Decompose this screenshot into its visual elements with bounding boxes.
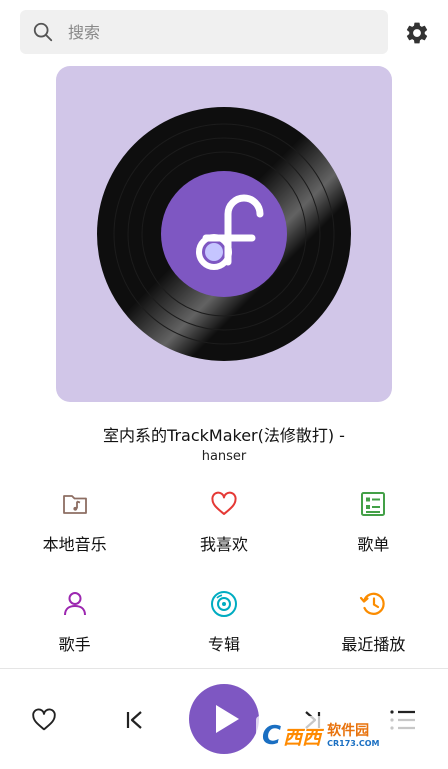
search-bar[interactable] (20, 10, 388, 54)
menu-item-label: 专辑 (207, 635, 240, 654)
vinyl-record-icon (97, 107, 351, 361)
menu-item-favorites[interactable]: 我喜欢 (149, 485, 298, 585)
history-icon (360, 592, 385, 615)
playlist-icon (361, 492, 386, 516)
watermark-glyph: C (262, 721, 282, 751)
watermark-logo: C 西西 软件园 CR173.COM (256, 716, 432, 756)
track-title: 室内系的TrackMaker(法修散打) - (103, 426, 345, 445)
watermark-url: CR173.COM (327, 739, 380, 748)
menu-item-label: 我喜欢 (199, 535, 248, 554)
search-input[interactable] (66, 21, 350, 43)
album-cover[interactable] (56, 66, 392, 402)
previous-track-icon[interactable] (121, 707, 147, 733)
menu-item-label: 最近播放 (341, 635, 406, 654)
menu-item-label: 歌单 (357, 535, 390, 554)
search-icon (33, 22, 53, 42)
person-icon (63, 592, 86, 616)
menu-grid: 本地音乐 我喜欢 歌单 歌手 专辑 最近播放 (0, 485, 448, 685)
play-icon (216, 705, 239, 733)
disc-icon (210, 591, 237, 617)
track-artist: hanser (201, 449, 247, 464)
now-playing-info[interactable]: 室内系的TrackMaker(法修散打) - hanser (0, 426, 448, 465)
folder-music-icon (62, 495, 87, 514)
heart-icon[interactable] (30, 706, 58, 734)
menu-item-local-music[interactable]: 本地音乐 (0, 485, 149, 585)
menu-item-label: 本地音乐 (42, 535, 107, 554)
heart-icon (211, 491, 237, 515)
play-button[interactable] (189, 684, 259, 754)
menu-item-label: 歌手 (58, 635, 91, 654)
watermark-name: 西西 (283, 726, 322, 749)
menu-item-playlists[interactable]: 歌单 (299, 485, 448, 585)
gear-icon[interactable] (404, 20, 430, 46)
watermark-site: 软件园 (327, 723, 370, 739)
